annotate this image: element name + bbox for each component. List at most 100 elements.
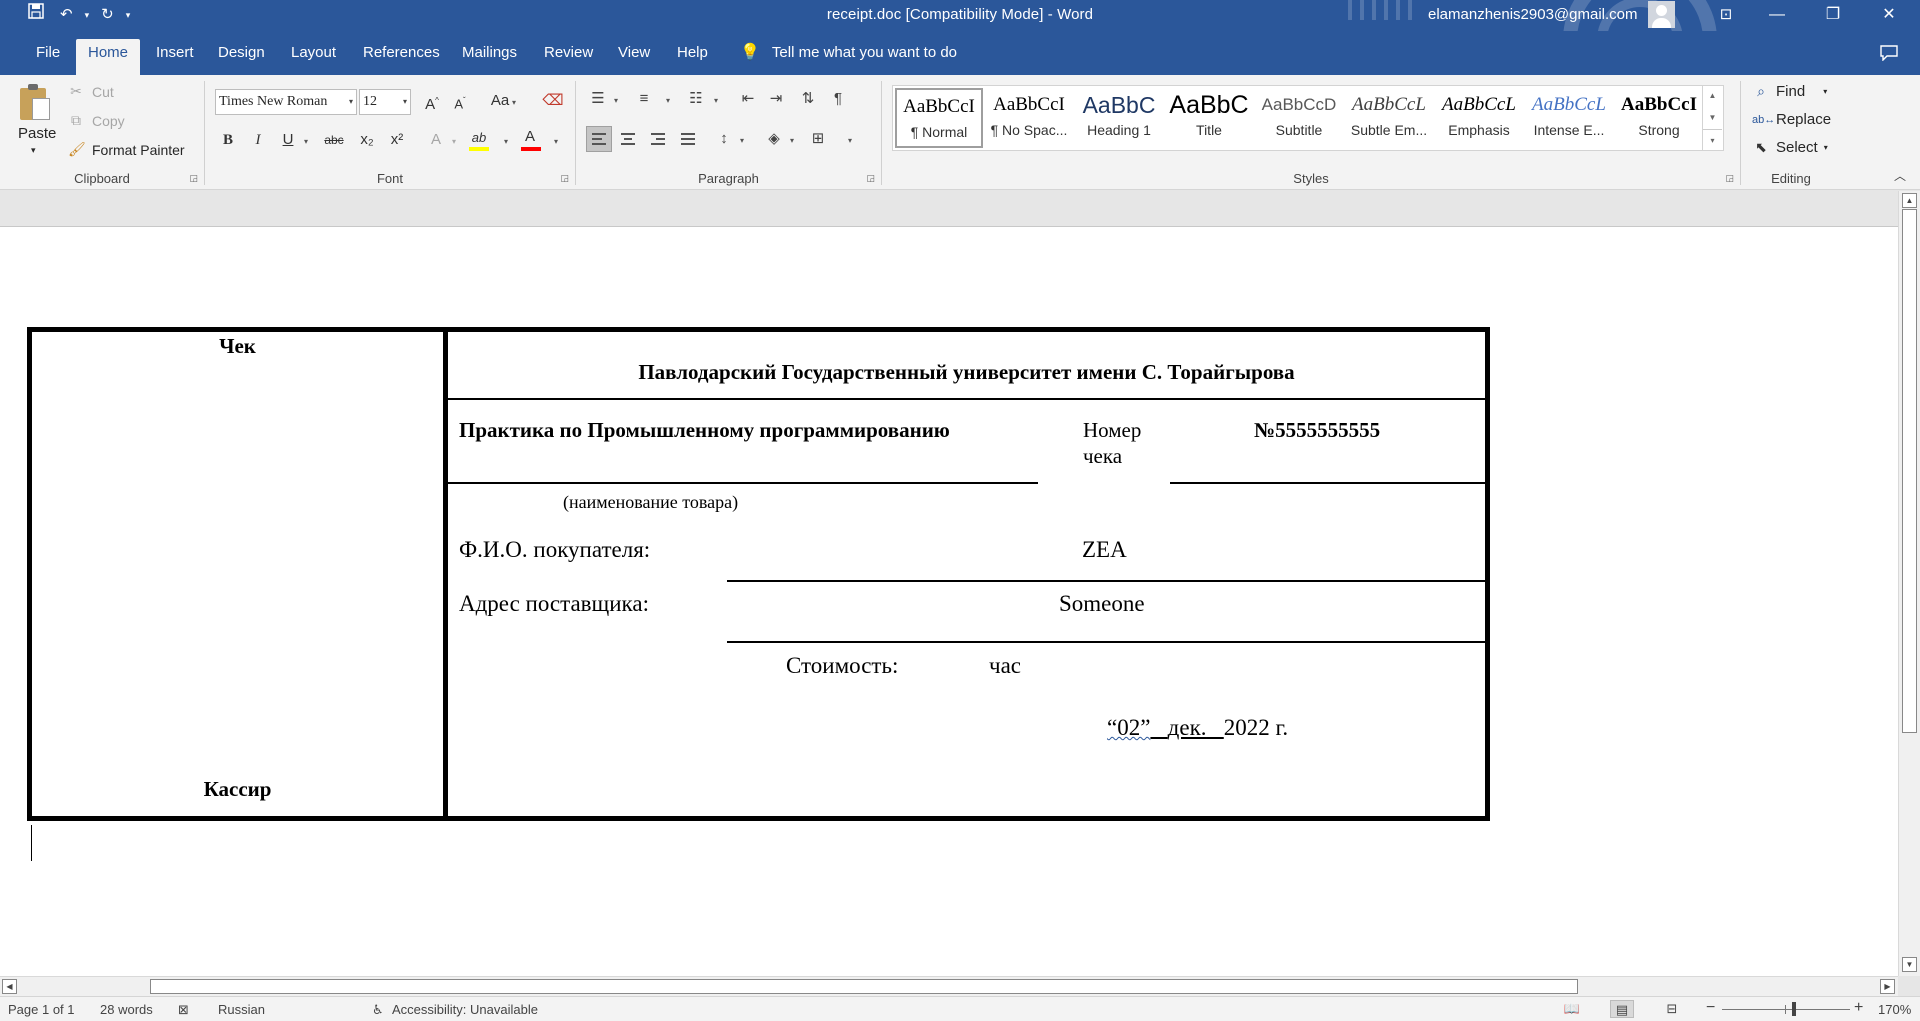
italic-button[interactable]: I — [247, 129, 269, 153]
paste-button[interactable]: Paste — [18, 125, 56, 142]
scroll-left-icon[interactable]: ◀ — [2, 979, 17, 994]
multilevel-dropdown-icon[interactable]: ▾ — [714, 96, 718, 105]
superscript-button[interactable]: x² — [385, 129, 409, 153]
scroll-down-icon[interactable]: ▼ — [1902, 957, 1917, 972]
read-mode-icon[interactable]: 📖 — [1560, 1000, 1584, 1018]
shading-dropdown-icon[interactable]: ▾ — [790, 136, 794, 145]
zoom-slider-thumb[interactable] — [1792, 1002, 1796, 1016]
print-layout-icon[interactable]: ▤ — [1610, 1000, 1634, 1018]
clear-formatting-icon[interactable]: ⌫ — [541, 90, 565, 114]
format-painter-label: Format Painter — [92, 141, 185, 158]
close-button[interactable]: ✕ — [1866, 0, 1912, 31]
line-spacing-dropdown-icon[interactable]: ▾ — [740, 136, 744, 145]
tab-references[interactable]: References — [351, 39, 452, 75]
borders-icon[interactable]: ⊞ — [806, 127, 830, 151]
scroll-up-icon[interactable]: ▲ — [1902, 193, 1917, 208]
bold-button[interactable]: B — [217, 129, 239, 153]
tab-design[interactable]: Design — [206, 39, 277, 75]
accessibility-status[interactable]: Accessibility: Unavailable — [392, 1002, 538, 1017]
tell-me-search[interactable]: 💡 Tell me what you want to do — [740, 39, 957, 67]
font-group: Times New Roman ▾ 12 ▾ A^ Aˇ Aa ▾ ⌫ B I U … — [205, 75, 575, 190]
grow-font-label: A — [425, 96, 436, 113]
shading-icon[interactable]: ◈ — [762, 127, 786, 151]
shrink-font-label: A — [454, 96, 463, 112]
numbering-icon[interactable]: ≡ — [632, 87, 656, 111]
avatar[interactable] — [1648, 1, 1675, 28]
minimize-button[interactable]: — — [1754, 0, 1800, 31]
ribbon: Paste ▾ ✂ Cut ⧉ Copy 🖌 Format Painter Clipb… — [0, 75, 1920, 190]
font-launcher-icon[interactable]: ◲ — [560, 173, 569, 184]
tab-layout[interactable]: Layout — [279, 39, 348, 75]
styles-launcher-icon[interactable]: ◲ — [1725, 173, 1734, 184]
font-size-value: 12 — [363, 94, 377, 109]
document-page[interactable]: Чек Кассир Павлодарский Государственный … — [0, 227, 1898, 976]
account-email[interactable]: elamanzhenis2903@gmail.com — [1428, 6, 1638, 23]
bullets-dropdown-icon[interactable]: ▾ — [614, 96, 618, 105]
vertical-scrollbar[interactable]: ▲ ▼ — [1898, 191, 1920, 976]
numbering-dropdown-icon[interactable]: ▾ — [666, 96, 670, 105]
shrink-font-button[interactable]: Aˇ — [449, 90, 471, 114]
font-color-dropdown-icon[interactable]: ▾ — [554, 137, 558, 146]
align-right-icon[interactable] — [646, 127, 670, 151]
tab-home[interactable]: Home — [76, 39, 141, 75]
horizontal-scrollbar[interactable]: ◀ ▶ — [0, 976, 1898, 996]
underline-button[interactable]: U — [277, 129, 299, 153]
page-count[interactable]: Page 1 of 1 — [8, 1002, 75, 1017]
sort-icon[interactable]: ⇅ — [796, 87, 820, 111]
highlight-dropdown-icon[interactable]: ▾ — [504, 137, 508, 146]
zoom-slider-center-tick — [1785, 1005, 1786, 1014]
grow-font-button[interactable]: A^ — [421, 90, 443, 114]
zoom-slider-track[interactable] — [1722, 1009, 1850, 1010]
format-painter-button[interactable]: 🖌 Format Painter — [68, 141, 185, 158]
decrease-indent-icon[interactable]: ⇤ — [736, 87, 760, 111]
web-layout-icon[interactable]: ⊟ — [1660, 1000, 1684, 1018]
tab-help[interactable]: Help — [665, 39, 720, 75]
paste-dropdown-icon[interactable]: ▾ — [31, 145, 36, 156]
restore-button[interactable]: ❐ — [1810, 0, 1856, 31]
tab-insert[interactable]: Insert — [144, 39, 206, 75]
tab-review[interactable]: Review — [532, 39, 605, 75]
language-indicator[interactable]: Russian — [218, 1002, 265, 1017]
divider — [727, 580, 1485, 582]
font-group-label: Font — [376, 171, 403, 186]
word-count[interactable]: 28 words — [100, 1002, 153, 1017]
date-line: “02” дек. 2022 г. — [1107, 715, 1288, 741]
multilevel-list-icon[interactable]: ☷ — [684, 87, 708, 111]
tab-file[interactable]: File — [24, 39, 72, 75]
change-case-dropdown-icon[interactable]: ▾ — [512, 98, 516, 107]
paste-icon[interactable] — [20, 84, 50, 122]
increase-indent-icon[interactable]: ⇥ — [764, 87, 788, 111]
bullets-icon[interactable]: ☰ — [586, 87, 610, 111]
strikethrough-button[interactable]: abc — [319, 129, 349, 153]
zoom-in-icon[interactable]: + — [1854, 999, 1863, 1017]
text-effects-dropdown-icon[interactable]: ▾ — [452, 137, 456, 146]
font-size-combo[interactable]: 12 ▾ — [359, 89, 411, 115]
copy-icon: ⧉ — [71, 112, 81, 128]
paragraph-launcher-icon[interactable]: ◲ — [866, 173, 875, 184]
horizontal-scroll-thumb[interactable] — [150, 979, 1578, 994]
show-formatting-marks-button[interactable]: ¶ — [826, 87, 850, 111]
align-left-icon[interactable] — [586, 126, 612, 152]
ribbon-display-options-icon[interactable]: ⊡ — [1706, 1, 1746, 29]
comments-icon[interactable] — [1880, 45, 1898, 66]
align-center-icon[interactable] — [616, 127, 640, 151]
zoom-out-icon[interactable]: − — [1706, 999, 1715, 1017]
subscript-button[interactable]: x₂ — [355, 129, 379, 153]
justify-icon[interactable] — [676, 127, 700, 151]
line-spacing-icon[interactable]: ↕ — [712, 127, 736, 151]
zoom-level[interactable]: 170% — [1878, 1002, 1911, 1017]
scroll-right-icon[interactable]: ▶ — [1880, 979, 1895, 994]
change-case-button[interactable]: Aa — [485, 90, 515, 114]
clipboard-launcher-icon[interactable]: ◲ — [189, 173, 198, 184]
borders-dropdown-icon[interactable]: ▾ — [848, 136, 852, 145]
underline-dropdown-icon[interactable]: ▾ — [304, 137, 308, 146]
cut-button[interactable]: ✂ Cut — [68, 83, 114, 100]
vertical-scroll-thumb[interactable] — [1902, 209, 1917, 733]
tab-mailings[interactable]: Mailings — [450, 39, 529, 75]
collapse-ribbon-icon[interactable]: ︿ — [1894, 167, 1906, 184]
text-effects-button[interactable]: A — [425, 129, 447, 153]
tab-view[interactable]: View — [606, 39, 662, 75]
proofing-icon[interactable]: ⊠ — [178, 1002, 189, 1018]
font-name-combo[interactable]: Times New Roman ▾ — [215, 89, 357, 115]
copy-button[interactable]: ⧉ Copy — [68, 112, 125, 129]
